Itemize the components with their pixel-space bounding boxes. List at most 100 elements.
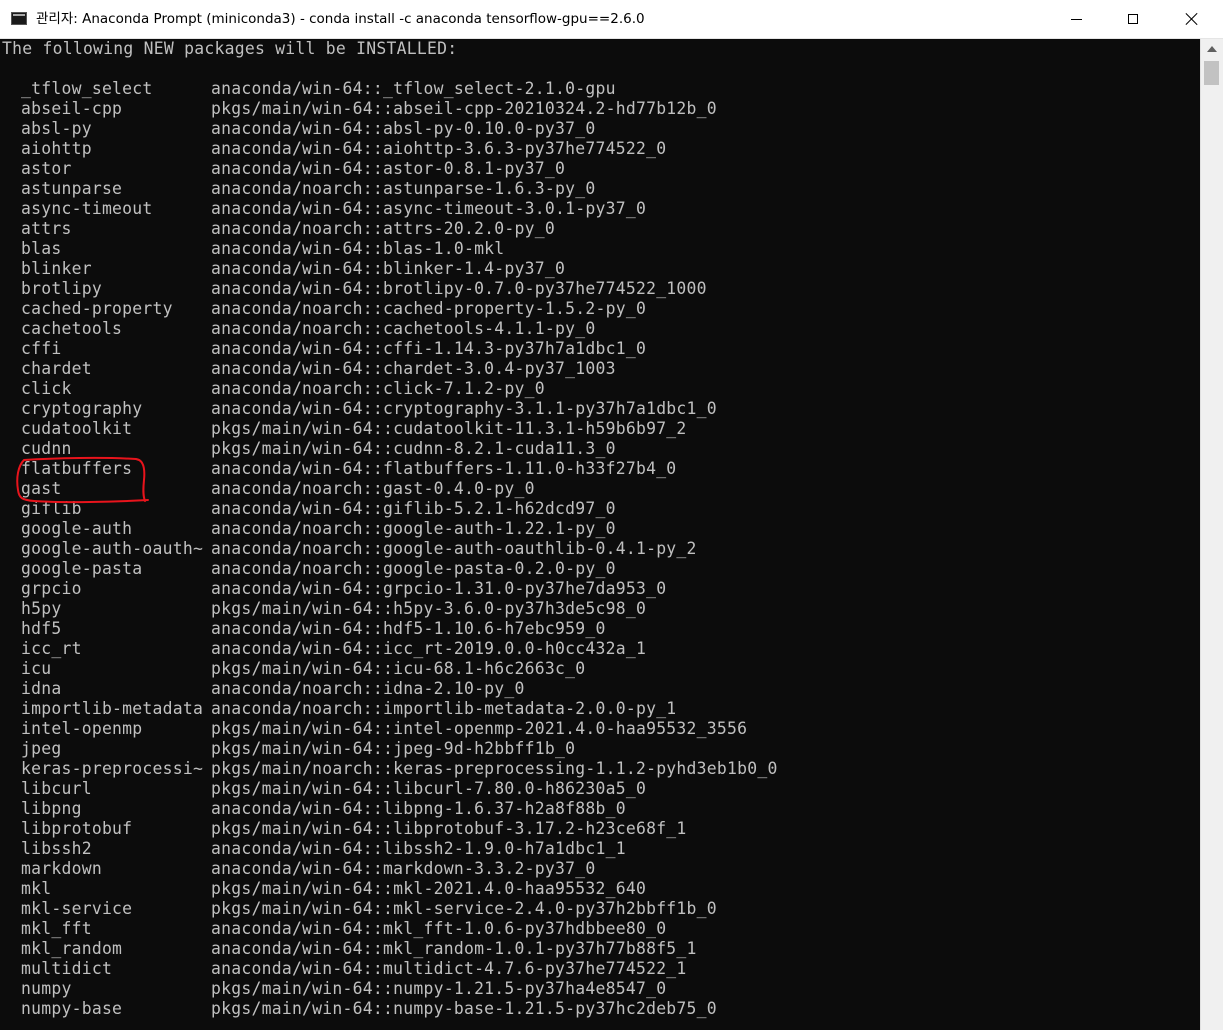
package-spec: anaconda/win-64::giflib-5.2.1-h62dcd97_0 — [211, 499, 616, 518]
package-row: mkl_fft anaconda/win-64::mkl_fft-1.0.6-py… — [2, 919, 1200, 939]
title-bar[interactable]: 관리자: Anaconda Prompt (miniconda3) - cond… — [0, 0, 1223, 39]
package-row: intel-openmp pkgs/main/win-64::intel-open… — [2, 719, 1200, 739]
package-name: absl-py — [21, 119, 92, 138]
package-row: importlib-metadata anaconda/noarch::impor… — [2, 699, 1200, 719]
package-spec: anaconda/noarch::google-auth-oauthlib-0.… — [211, 539, 697, 558]
package-name: icu — [21, 659, 52, 678]
package-name: attrs — [21, 219, 72, 238]
package-name: hdf5 — [21, 619, 62, 638]
package-name: google-pasta — [21, 559, 143, 578]
package-name: cachetools — [21, 319, 123, 338]
package-row: google-pasta anaconda/noarch::google-past… — [2, 559, 1200, 579]
package-name: libpng — [21, 799, 82, 818]
package-spec: anaconda/noarch::google-pasta-0.2.0-py_0 — [211, 559, 616, 578]
package-row: flatbuffers anaconda/win-64::flatbuffers-… — [2, 459, 1200, 479]
install-header: The following NEW packages will be INSTA… — [2, 39, 458, 58]
package-spec: pkgs/main/win-64::h5py-3.6.0-py37h3de5c9… — [211, 599, 647, 618]
package-row: abseil-cpp pkgs/main/win-64::abseil-cpp-2… — [2, 99, 1200, 119]
package-name: astor — [21, 159, 72, 178]
package-spec: anaconda/win-64::mkl_random-1.0.1-py37h7… — [211, 939, 697, 958]
package-name: astunparse — [21, 179, 123, 198]
minimize-icon — [1070, 18, 1082, 20]
package-spec: anaconda/noarch::attrs-20.2.0-py_0 — [211, 219, 556, 238]
package-spec: anaconda/win-64::blinker-1.4-py37_0 — [211, 259, 566, 278]
package-spec: pkgs/main/win-64::libcurl-7.80.0-h86230a… — [211, 779, 647, 798]
package-spec: pkgs/main/win-64::libprotobuf-3.17.2-h23… — [211, 819, 687, 838]
package-spec: pkgs/main/win-64::mkl-service-2.4.0-py37… — [211, 899, 717, 918]
package-spec: anaconda/noarch::astunparse-1.6.3-py_0 — [211, 179, 596, 198]
package-name: mkl — [21, 879, 52, 898]
package-name: jpeg — [21, 739, 62, 758]
package-row: astunparse anaconda/noarch::astunparse-1.… — [2, 179, 1200, 199]
close-button[interactable] — [1164, 0, 1220, 38]
maximize-button[interactable] — [1105, 0, 1161, 38]
package-row: hdf5 anaconda/win-64::hdf5-1.10.6-h7ebc95… — [2, 619, 1200, 639]
package-row: mkl-service pkgs/main/win-64::mkl-service… — [2, 899, 1200, 919]
package-spec: anaconda/win-64::cryptography-3.1.1-py37… — [211, 399, 717, 418]
package-name: importlib-metadata — [21, 699, 204, 718]
minimize-button[interactable] — [1048, 0, 1104, 38]
package-spec: anaconda/win-64::cffi-1.14.3-py37h7a1dbc… — [211, 339, 647, 358]
package-name: libcurl — [21, 779, 92, 798]
package-name: idna — [21, 679, 62, 698]
package-name: google-auth-oauth~ — [21, 539, 204, 558]
package-row: mkl pkgs/main/win-64::mkl-2021.4.0-haa955… — [2, 879, 1200, 899]
scroll-up-button[interactable] — [1201, 39, 1223, 59]
package-name: libprotobuf — [21, 819, 133, 838]
package-spec: anaconda/noarch::idna-2.10-py_0 — [211, 679, 525, 698]
package-name: grpcio — [21, 579, 82, 598]
package-row: absl-py anaconda/win-64::absl-py-0.10.0-p… — [2, 119, 1200, 139]
package-row: cached-property anaconda/noarch::cached-p… — [2, 299, 1200, 319]
package-name: flatbuffers — [21, 459, 133, 478]
package-spec: pkgs/main/win-64::jpeg-9d-h2bbff1b_0 — [211, 739, 576, 758]
package-name: abseil-cpp — [21, 99, 123, 118]
package-spec: anaconda/noarch::cached-property-1.5.2-p… — [211, 299, 647, 318]
package-spec: pkgs/main/noarch::keras-preprocessing-1.… — [211, 759, 778, 778]
package-row: libpng anaconda/win-64::libpng-1.6.37-h2a… — [2, 799, 1200, 819]
console-output[interactable]: The following NEW packages will be INSTA… — [0, 39, 1200, 1030]
package-spec: anaconda/win-64::icc_rt-2019.0.0-h0cc432… — [211, 639, 647, 658]
package-row: google-auth-oauth~ anaconda/noarch::googl… — [2, 539, 1200, 559]
close-icon — [1185, 12, 1199, 26]
package-name: libssh2 — [21, 839, 92, 858]
package-row: libssh2 anaconda/win-64::libssh2-1.9.0-h7… — [2, 839, 1200, 859]
package-spec: anaconda/noarch::gast-0.4.0-py_0 — [211, 479, 535, 498]
package-name: keras-preprocessi~ — [21, 759, 204, 778]
package-row: cudnn pkgs/main/win-64::cudnn-8.2.1-cuda1… — [2, 439, 1200, 459]
package-name: blinker — [21, 259, 92, 278]
package-name: brotlipy — [21, 279, 102, 298]
package-name: blas — [21, 239, 62, 258]
package-name: cryptography — [21, 399, 143, 418]
package-row: icc_rt anaconda/win-64::icc_rt-2019.0.0-h… — [2, 639, 1200, 659]
package-name: cached-property — [21, 299, 173, 318]
package-row: jpeg pkgs/main/win-64::jpeg-9d-h2bbff1b_0 — [2, 739, 1200, 759]
package-spec: anaconda/noarch::click-7.1.2-py_0 — [211, 379, 545, 398]
package-row: libcurl pkgs/main/win-64::libcurl-7.80.0-… — [2, 779, 1200, 799]
package-spec: anaconda/noarch::importlib-metadata-2.0.… — [211, 699, 677, 718]
package-spec: anaconda/win-64::hdf5-1.10.6-h7ebc959_0 — [211, 619, 606, 638]
scroll-thumb[interactable] — [1204, 61, 1219, 85]
package-row: grpcio anaconda/win-64::grpcio-1.31.0-py3… — [2, 579, 1200, 599]
package-name: numpy-base — [21, 999, 123, 1018]
vertical-scrollbar[interactable] — [1200, 39, 1223, 1030]
package-spec: anaconda/win-64::mkl_fft-1.0.6-py37hdbbe… — [211, 919, 667, 938]
package-row: google-auth anaconda/noarch::google-auth-… — [2, 519, 1200, 539]
package-spec: pkgs/main/win-64::abseil-cpp-20210324.2-… — [211, 99, 717, 118]
package-spec: pkgs/main/win-64::cudnn-8.2.1-cuda11.3_0 — [211, 439, 616, 458]
package-spec: anaconda/win-64::chardet-3.0.4-py37_1003 — [211, 359, 616, 378]
package-row: click anaconda/noarch::click-7.1.2-py_0 — [2, 379, 1200, 399]
package-row: icu pkgs/main/win-64::icu-68.1-h6c2663c_0 — [2, 659, 1200, 679]
window-title: 관리자: Anaconda Prompt (miniconda3) - cond… — [36, 11, 645, 27]
package-row: h5py pkgs/main/win-64::h5py-3.6.0-py37h3d… — [2, 599, 1200, 619]
package-spec: pkgs/main/win-64::numpy-1.21.5-py37ha4e8… — [211, 979, 667, 998]
package-name: chardet — [21, 359, 92, 378]
package-spec: anaconda/win-64::aiohttp-3.6.3-py37he774… — [211, 139, 667, 158]
console-window-icon[interactable] — [11, 12, 27, 25]
package-spec: anaconda/noarch::cachetools-4.1.1-py_0 — [211, 319, 596, 338]
package-row: keras-preprocessi~ pkgs/main/noarch::kera… — [2, 759, 1200, 779]
package-spec: anaconda/win-64::libssh2-1.9.0-h7a1dbc1_… — [211, 839, 626, 858]
package-spec: anaconda/win-64::grpcio-1.31.0-py37he7da… — [211, 579, 667, 598]
package-name: async-timeout — [21, 199, 153, 218]
package-spec: anaconda/win-64::astor-0.8.1-py37_0 — [211, 159, 566, 178]
